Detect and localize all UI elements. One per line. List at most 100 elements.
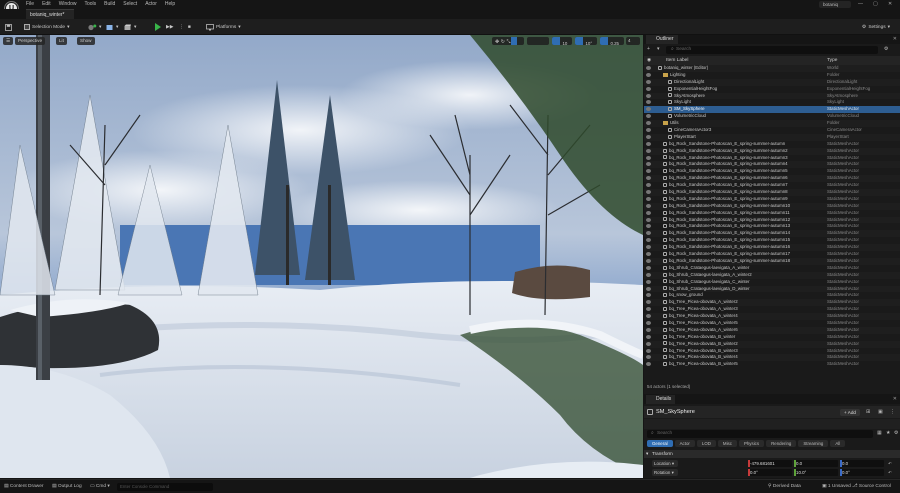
outliner-row[interactable]: bq_Shrub_Crataegus-laevigata_A_winter2 St… — [644, 271, 900, 279]
filter-tab-physics[interactable]: Physics — [738, 440, 765, 447]
menu-item-help[interactable]: Help — [165, 1, 175, 7]
outliner-tab[interactable]: Outliner — [646, 35, 678, 44]
details-search-input[interactable]: Search — [647, 430, 873, 438]
visibility-eye-icon[interactable] — [646, 107, 651, 112]
outliner-row[interactable]: bq_snow_ground StaticMeshActor — [644, 292, 900, 299]
visibility-eye-icon[interactable] — [646, 128, 651, 133]
add-filter-icon[interactable]: + — [647, 46, 650, 52]
outliner-row[interactable]: bq_Rock_Sandstone-Photoscan_E_spring-sum… — [644, 161, 900, 169]
visibility-eye-icon[interactable] — [646, 141, 651, 146]
outliner-row[interactable]: SkyLight SkyLight — [644, 99, 900, 106]
stop-icon[interactable]: ■ — [188, 23, 191, 31]
filter-tab-rendering[interactable]: Rendering — [766, 440, 797, 447]
save-icon[interactable] — [5, 23, 12, 31]
outliner-row[interactable]: bq_Shrub_Crataegus-laevigata_C_winter Sta… — [644, 279, 900, 286]
rotation-z-field[interactable]: 0.0° — [840, 469, 884, 476]
visibility-eye-icon[interactable] — [646, 203, 651, 208]
outliner-row[interactable]: bq_Rock_Sandstone-Photoscan_E_spring-sum… — [644, 168, 900, 175]
output-log-button[interactable]: ▤ Output Log — [52, 483, 82, 491]
visibility-eye-icon[interactable] — [646, 286, 651, 291]
coordinate-space-icon[interactable] — [527, 37, 549, 45]
transform-section-header[interactable]: ▾ Transform — [644, 450, 900, 458]
outliner-row[interactable]: bq_Tree_Picea-obovata_A_winter4 StaticMes… — [644, 313, 900, 320]
visibility-eye-icon[interactable] — [646, 252, 651, 257]
selection-mode-dropdown[interactable]: Selection Mode ▾ — [24, 23, 76, 31]
filter-tab-streaming[interactable]: Streaming — [798, 440, 829, 447]
minimize-icon[interactable]: — — [858, 1, 863, 7]
add-component-button[interactable]: + Add — [840, 409, 860, 416]
visibility-eye-icon[interactable] — [646, 238, 651, 243]
maximize-icon[interactable]: ▢ — [873, 1, 878, 7]
menu-item-tools[interactable]: Tools — [84, 1, 96, 7]
menu-item-edit[interactable]: Edit — [42, 1, 51, 7]
add-content-icon[interactable]: ▾ — [88, 23, 101, 31]
outliner-row[interactable]: bq_Tree_Picea-obovata_A_winter3 StaticMes… — [644, 306, 900, 313]
filter-tab-actor[interactable]: Actor — [674, 440, 695, 447]
outliner-row[interactable]: DirectionalLight DirectionalLight — [644, 78, 900, 86]
visibility-eye-icon[interactable] — [646, 231, 651, 236]
level-viewport[interactable]: ☰ Perspective Lit Show ✥ ↻ ⤡ 10 10° 0.25… — [0, 35, 643, 478]
outliner-row[interactable]: bq_Rock_Sandstone-Photoscan_E_spring-sum… — [644, 257, 900, 265]
visibility-eye-icon[interactable] — [646, 362, 651, 367]
blueprint-icon[interactable]: ▾ — [106, 23, 118, 31]
menu-item-actor[interactable]: Actor — [145, 1, 157, 7]
outliner-search-input[interactable]: Search — [666, 46, 878, 54]
outliner-row[interactable]: bq_Tree_Picea-obovata_A_winter6 StaticMes… — [644, 326, 900, 334]
play-button[interactable] — [155, 23, 161, 31]
visibility-eye-icon[interactable] — [646, 155, 651, 160]
outliner-row[interactable]: bq_Rock_Sandstone-Photoscan_E_spring-sum… — [644, 182, 900, 189]
menu-item-window[interactable]: Window — [59, 1, 77, 7]
outliner-row[interactable]: bq_Rock_Sandstone-Photoscan_E_spring-sum… — [644, 141, 900, 148]
visibility-eye-icon[interactable] — [646, 183, 651, 188]
visibility-eye-icon[interactable] — [646, 176, 651, 181]
close-window-icon[interactable]: ✕ — [888, 1, 892, 7]
level-tab[interactable]: botaniq_winter* — [26, 9, 74, 19]
rotation-snap-toggle[interactable]: 10° — [575, 37, 597, 46]
outliner-row[interactable]: bq_Tree_Picea-obovata_B_winter StaticMesh… — [644, 334, 900, 341]
cmd-dropdown[interactable]: ▭ Cmd ▾ — [90, 483, 110, 491]
outliner-row[interactable]: bq_Rock_Sandstone-Photoscan_E_spring-sum… — [644, 223, 900, 230]
show-button[interactable]: Show — [77, 37, 95, 45]
outliner-row[interactable]: bq_Rock_Sandstone-Photoscan_E_spring-sum… — [644, 147, 900, 155]
outliner-row[interactable]: bq_Rock_Sandstone-Photoscan_E_spring-sum… — [644, 251, 900, 258]
outliner-row[interactable]: bq_Tree_Picea-obovata_B_winter4 StaticMes… — [644, 354, 900, 362]
visibility-eye-icon[interactable] — [646, 245, 651, 250]
scale-snap-toggle[interactable]: 0.25 — [600, 37, 624, 46]
item-label-column[interactable]: Item Label — [666, 56, 688, 65]
settings-gear-icon[interactable]: ⚙ — [884, 46, 888, 52]
filter-tab-general[interactable]: General — [647, 440, 673, 447]
visibility-column-icon[interactable]: ◉ — [647, 56, 651, 65]
outliner-row[interactable]: bq_Rock_Sandstone-Photoscan_E_spring-sum… — [644, 237, 900, 244]
outliner-row[interactable]: bq_Rock_Sandstone-Photoscan_E_spring-sum… — [644, 196, 900, 203]
settings-gear-icon[interactable]: ⚙ — [894, 430, 898, 436]
visibility-eye-icon[interactable] — [646, 210, 651, 215]
visibility-eye-icon[interactable] — [646, 148, 651, 153]
visibility-eye-icon[interactable] — [646, 272, 651, 277]
outliner-row[interactable]: PlayerStart PlayerStart — [644, 133, 900, 141]
visibility-eye-icon[interactable] — [646, 93, 651, 98]
details-tab[interactable]: Details — [646, 395, 676, 404]
star-icon[interactable]: ★ — [886, 430, 890, 436]
visibility-eye-icon[interactable] — [646, 66, 651, 70]
visibility-eye-icon[interactable] — [646, 114, 651, 119]
outliner-row[interactable]: bq_Rock_Sandstone-Photoscan_E_spring-sum… — [644, 175, 900, 183]
outliner-row[interactable]: CineCameraActor3 CineCameraActor — [644, 127, 900, 134]
visibility-eye-icon[interactable] — [646, 314, 651, 319]
filter-tab-all[interactable]: All — [830, 440, 846, 447]
outliner-row[interactable]: bq_Rock_Sandstone-Photoscan_E_spring-sum… — [644, 155, 900, 162]
transform-tools-group[interactable]: ✥ ↻ ⤡ — [492, 37, 524, 45]
outliner-row[interactable]: bq_Tree_Picea-obovata_A_winter5 StaticMes… — [644, 320, 900, 327]
location-dropdown[interactable]: Location ▾ — [652, 460, 678, 467]
visibility-eye-icon[interactable] — [646, 196, 651, 201]
platforms-dropdown[interactable]: Platforms ▾ — [206, 23, 241, 31]
view-mode-button[interactable]: Lit — [56, 37, 67, 45]
skip-icon[interactable]: ▶▶ — [166, 23, 173, 31]
visibility-eye-icon[interactable] — [646, 258, 651, 263]
rotation-x-field[interactable]: 0.0° — [748, 469, 792, 476]
visibility-eye-icon[interactable] — [646, 307, 651, 312]
location-x-field[interactable]: -479.681601 — [748, 460, 792, 467]
visibility-eye-icon[interactable] — [646, 300, 651, 305]
outliner-row[interactable]: Utils Folder — [644, 120, 900, 128]
outliner-row[interactable]: bq_Shrub_Crataegus-laevigata_D_winter Sta… — [644, 285, 900, 293]
visibility-eye-icon[interactable] — [646, 162, 651, 167]
